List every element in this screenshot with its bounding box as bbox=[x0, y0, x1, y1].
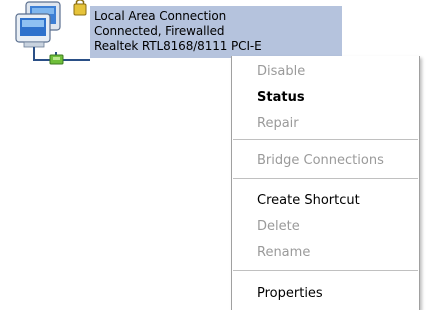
menu-item-create-shortcut[interactable]: Create Shortcut bbox=[257, 193, 360, 209]
desktop-canvas: Local Area Connection Connected, Firewal… bbox=[0, 0, 427, 310]
menu-item-rename: Rename bbox=[257, 245, 311, 260]
connection-label-selection[interactable]: Local Area Connection Connected, Firewal… bbox=[90, 6, 342, 58]
menu-item-status[interactable]: Status bbox=[257, 90, 305, 106]
menu-item-properties[interactable]: Properties bbox=[257, 286, 323, 302]
menu-item-bridge-connections: Bridge Connections bbox=[257, 153, 384, 168]
menu-item-repair: Repair bbox=[257, 116, 299, 131]
menu-item-delete: Delete bbox=[257, 219, 300, 234]
menu-separator bbox=[233, 139, 418, 140]
network-connection-icon bbox=[15, 0, 90, 65]
menu-separator bbox=[233, 270, 418, 271]
connection-status: Connected, Firewalled bbox=[94, 24, 225, 38]
menu-separator bbox=[233, 178, 418, 179]
connection-name: Local Area Connection bbox=[94, 9, 227, 23]
connection-adapter: Realtek RTL8168/8111 PCI-E bbox=[94, 39, 262, 53]
menu-item-disable: Disable bbox=[257, 64, 306, 79]
context-menu: Disable Status Repair Bridge Connections… bbox=[231, 56, 420, 310]
